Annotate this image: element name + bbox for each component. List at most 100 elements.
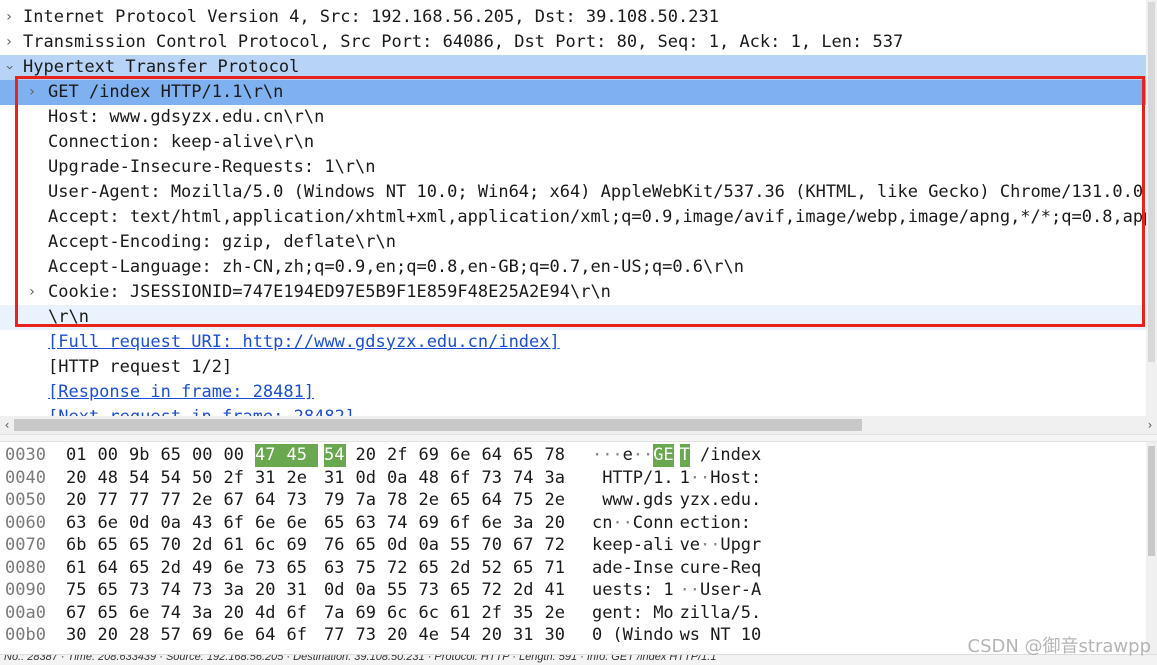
hex-byte[interactable]: 63: [66, 512, 95, 535]
ascii-char[interactable]: i: [663, 534, 673, 557]
ascii-char[interactable]: .: [751, 489, 761, 512]
ascii-char[interactable]: n: [643, 557, 653, 580]
hex-byte[interactable]: 65: [450, 579, 479, 602]
ascii-char[interactable]: 1: [680, 467, 690, 490]
hex-byte[interactable]: 64: [482, 489, 511, 512]
hex-byte[interactable]: 9b: [129, 444, 158, 467]
hex-byte[interactable]: 50: [192, 467, 221, 490]
chevron-right-icon[interactable]: ›: [25, 80, 39, 105]
ascii-char[interactable]: c: [690, 512, 700, 535]
tree-row-ipv4[interactable]: › Internet Protocol Version 4, Src: 192.…: [0, 5, 1146, 30]
hex-byte[interactable]: 20: [66, 467, 95, 490]
hex-byte[interactable]: 65: [98, 534, 127, 557]
ascii-char[interactable]: H: [602, 467, 612, 490]
hex-byte[interactable]: 73: [192, 579, 221, 602]
hex-byte[interactable]: 00: [98, 444, 127, 467]
hex-byte[interactable]: 2f: [482, 602, 511, 625]
hex-byte[interactable]: 6e: [255, 512, 284, 535]
hex-byte[interactable]: 64: [482, 444, 511, 467]
hex-byte[interactable]: 78: [387, 489, 416, 512]
pane-splitter[interactable]: [0, 434, 1157, 442]
ascii-char[interactable]: U: [720, 534, 730, 557]
ascii-char[interactable]: e: [680, 512, 690, 535]
hex-byte[interactable]: 0a: [356, 579, 385, 602]
hex-byte[interactable]: 63: [356, 512, 385, 535]
ascii-char[interactable]: o: [720, 467, 730, 490]
hex-byte[interactable]: 65: [129, 557, 158, 580]
hex-byte[interactable]: 54: [324, 444, 346, 467]
hex-byte[interactable]: 75: [66, 579, 95, 602]
hex-byte[interactable]: 6f: [450, 467, 479, 490]
hex-byte[interactable]: 48: [98, 467, 127, 490]
bytes-vertical-scrollbar[interactable]: [1146, 442, 1157, 654]
hex-byte[interactable]: 61: [450, 602, 479, 625]
ascii-char[interactable]: z: [690, 489, 700, 512]
hex-byte[interactable]: 7a: [356, 489, 385, 512]
ascii-char[interactable]: A: [751, 579, 761, 602]
hex-byte[interactable]: 6c: [419, 602, 448, 625]
tree-row-connection[interactable]: Connection: keep-alive\r\n: [0, 130, 1146, 155]
hex-byte[interactable]: 00: [192, 444, 221, 467]
hex-byte[interactable]: 65: [513, 444, 542, 467]
hex-byte[interactable]: 54: [450, 624, 479, 647]
hex-byte[interactable]: 6f: [450, 512, 479, 535]
ascii-char[interactable]: (: [612, 624, 622, 647]
ascii-char[interactable]: T: [623, 467, 633, 490]
hex-byte[interactable]: 57: [161, 624, 190, 647]
hex-row[interactable]: 00a0 67 65 6e 74 3a 20 4d 6f 7a 69 6c 6c 61 2f 35 2e g e n t…: [0, 602, 1140, 625]
hex-byte[interactable]: 30: [66, 624, 95, 647]
scrollbar-thumb[interactable]: [1148, 2, 1155, 362]
ascii-char[interactable]: v: [680, 534, 690, 557]
ascii-char[interactable]: d: [653, 624, 663, 647]
ascii-char[interactable]: i: [710, 512, 720, 535]
hex-byte[interactable]: 48: [419, 467, 448, 490]
hex-byte[interactable]: 79: [324, 489, 353, 512]
hex-byte[interactable]: 65: [513, 557, 542, 580]
ascii-char[interactable]: s: [653, 557, 663, 580]
ascii-char[interactable]: e: [612, 534, 622, 557]
hex-byte[interactable]: 67: [66, 602, 95, 625]
hex-byte[interactable]: 74: [161, 579, 190, 602]
tree-row-http[interactable]: › Hypertext Transfer Protocol: [0, 55, 1146, 80]
hex-row[interactable]: 0070 6b 65 65 70 2d 61 6c 69 76 65 0d 0a 55 70 67 72 k e e p…: [0, 534, 1140, 557]
ascii-char[interactable]: ·: [602, 444, 612, 467]
hex-byte[interactable]: 6e: [224, 624, 253, 647]
chevron-down-icon[interactable]: ›: [0, 61, 22, 75]
ascii-char[interactable]: e: [612, 557, 622, 580]
hex-byte[interactable]: 74: [513, 467, 542, 490]
ascii-char[interactable]: x: [751, 444, 761, 467]
ascii-char[interactable]: e: [602, 579, 612, 602]
ascii-char[interactable]: .: [710, 489, 720, 512]
hex-byte[interactable]: 6b: [66, 534, 95, 557]
ascii-char[interactable]: z: [680, 602, 690, 625]
ascii-char[interactable]: a: [643, 534, 653, 557]
ascii-char[interactable]: E: [663, 444, 674, 467]
hex-byte[interactable]: 74: [387, 512, 416, 535]
ascii-char[interactable]: u: [690, 557, 700, 580]
hex-byte[interactable]: 6c: [387, 602, 416, 625]
ascii-char[interactable]: c: [592, 512, 602, 535]
ascii-char[interactable]: -: [720, 557, 730, 580]
ascii-char[interactable]: w: [602, 489, 612, 512]
ascii-char[interactable]: q: [751, 557, 761, 580]
ascii-char[interactable]: l: [653, 534, 663, 557]
ascii-char[interactable]: s: [710, 579, 720, 602]
ascii-char[interactable]: s: [731, 467, 741, 490]
hex-byte[interactable]: 01: [66, 444, 95, 467]
ascii-char[interactable]: 1: [653, 467, 663, 490]
ascii-char[interactable]: e: [690, 534, 700, 557]
ascii-char[interactable]: N: [710, 624, 720, 647]
ascii-char[interactable]: o: [663, 624, 673, 647]
ascii-char[interactable]: :: [751, 467, 761, 490]
hex-row[interactable]: 0050 20 77 77 77 2e 67 64 73 79 7a 78 2e 65 64 75 2e www…: [0, 489, 1140, 512]
hex-byte[interactable]: 45: [286, 444, 318, 467]
hex-byte[interactable]: 70: [161, 534, 190, 557]
ascii-char[interactable]: r: [700, 557, 710, 580]
tree-row-tcp[interactable]: › Transmission Control Protocol, Src Por…: [0, 30, 1146, 55]
hex-byte[interactable]: 4e: [419, 624, 448, 647]
ascii-char[interactable]: 1: [741, 624, 751, 647]
hex-byte[interactable]: 69: [419, 444, 448, 467]
ascii-char[interactable]: W: [623, 624, 633, 647]
tree-row-accept[interactable]: Accept: text/html,application/xhtml+xml,…: [0, 205, 1146, 230]
packet-details-pane[interactable]: › Internet Protocol Version 4, Src: 192.…: [0, 0, 1157, 416]
